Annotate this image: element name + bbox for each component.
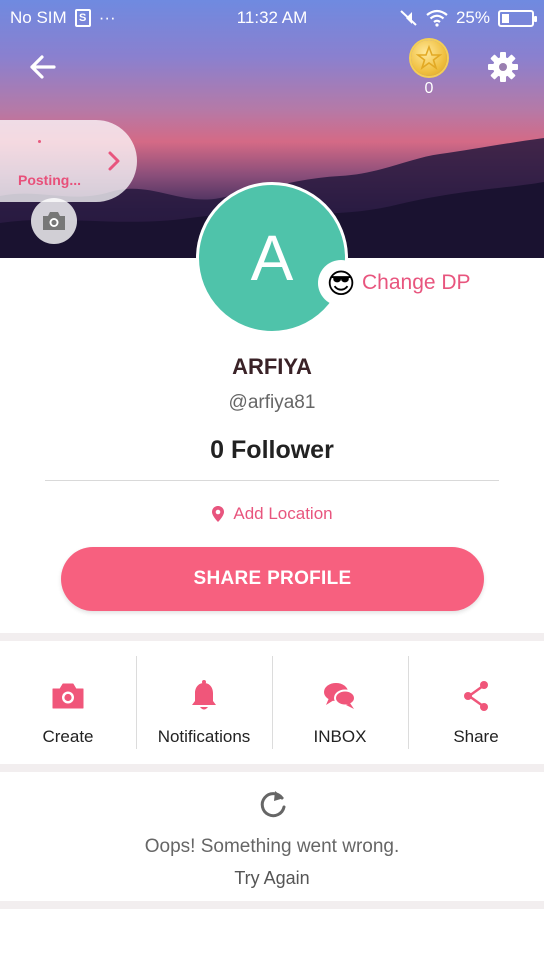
section-separator — [0, 764, 544, 772]
posting-indicator-dot — [38, 140, 41, 143]
battery-percent: 25% — [455, 8, 490, 27]
battery-icon — [498, 9, 537, 27]
action-label: Share — [453, 727, 499, 746]
location-pin-icon — [212, 506, 225, 522]
try-again-link[interactable]: Try Again — [0, 868, 544, 889]
add-location-label: Add Location — [233, 504, 333, 523]
settings-gear-icon[interactable] — [486, 50, 520, 84]
status-bar: No SIM S ··· 11:32 AM 25% — [0, 0, 544, 36]
camera-icon — [43, 212, 65, 230]
coin-icon[interactable] — [411, 40, 447, 76]
profile-name: ARFIYA — [232, 354, 312, 379]
feed-error: Oops! Something went wrong. Try Again — [0, 772, 544, 901]
battery-fill — [502, 13, 509, 23]
add-location-link[interactable]: Add Location — [0, 504, 544, 524]
avatar-initial: A — [250, 222, 294, 294]
share-icon — [464, 681, 488, 711]
action-inbox[interactable]: INBOX — [272, 641, 408, 764]
star-icon — [415, 44, 443, 71]
wifi-icon — [426, 9, 448, 27]
action-share[interactable]: Share — [408, 641, 544, 764]
reload-icon[interactable] — [255, 788, 291, 824]
avatar[interactable]: A — [196, 182, 348, 334]
chevron-right-icon[interactable] — [104, 150, 124, 172]
chat-bubbles-icon — [324, 683, 356, 709]
sunglasses-emoji-icon[interactable]: 😎 — [318, 260, 364, 306]
error-message: Oops! Something went wrong. — [144, 836, 400, 857]
section-separator — [0, 633, 544, 641]
divider — [45, 480, 499, 481]
share-profile-button[interactable]: SHARE PROFILE — [61, 547, 484, 611]
follower-count[interactable]: 0 Follower — [0, 436, 544, 465]
change-dp-link[interactable]: Change DP — [362, 271, 471, 295]
section-separator — [0, 901, 544, 909]
cover-camera-button[interactable] — [31, 198, 77, 244]
back-arrow-icon[interactable] — [26, 50, 60, 84]
action-label: Create — [42, 727, 94, 746]
posting-label: Posting... — [18, 172, 81, 188]
action-label: INBOX — [313, 727, 367, 746]
camera-icon — [52, 683, 84, 709]
action-row: Create Notifications INBOX Share — [0, 641, 544, 764]
action-label: Notifications — [157, 727, 251, 746]
action-create[interactable]: Create — [0, 641, 136, 764]
mute-icon — [399, 10, 417, 26]
profile-handle: @arfiya81 — [228, 392, 316, 413]
bell-icon — [192, 680, 216, 710]
coin-count: 0 — [424, 80, 434, 97]
action-notifications[interactable]: Notifications — [136, 641, 272, 764]
